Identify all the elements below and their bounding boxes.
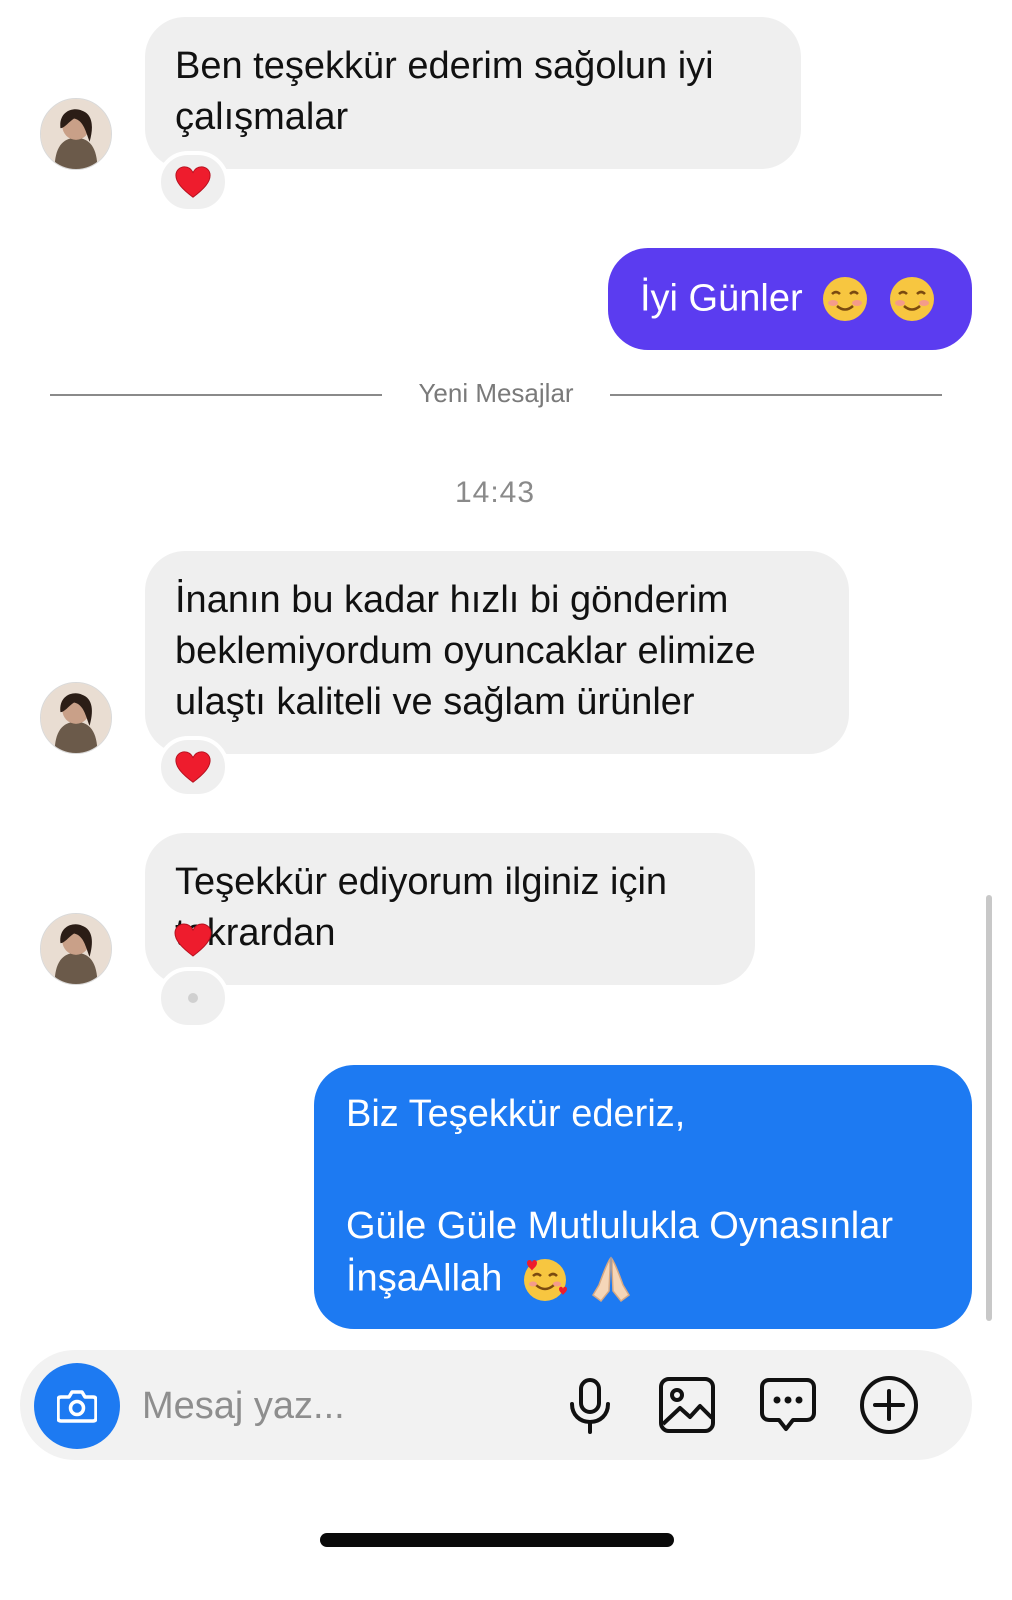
- message-text: İnanın bu kadar hızlı bi gönderim beklem…: [175, 579, 756, 723]
- heart-icon: [174, 164, 212, 200]
- avatar[interactable]: [40, 682, 112, 754]
- microphone-icon[interactable]: [559, 1374, 621, 1436]
- heart-icon: [174, 749, 212, 785]
- avatar[interactable]: [40, 98, 112, 170]
- message-text: Ben teşekkür ederim sağolun iyi çalışmal…: [175, 45, 714, 138]
- smiling-face-icon: [821, 275, 869, 323]
- timestamp: 14:43: [454, 476, 536, 509]
- camera-button[interactable]: [34, 1363, 120, 1449]
- message-text-line: Biz Teşekkür ederiz,: [346, 1093, 686, 1135]
- message-composer: [20, 1350, 972, 1460]
- message-text-line: İnşaAllah: [346, 1257, 503, 1300]
- smiling-face-with-hearts-icon: [521, 1255, 569, 1303]
- message-input[interactable]: [142, 1380, 522, 1432]
- reaction-dot: [188, 993, 198, 1003]
- message-reaction[interactable]: [157, 736, 229, 798]
- smiling-face-icon: [888, 275, 936, 323]
- avatar[interactable]: [40, 913, 112, 985]
- outgoing-message-bubble[interactable]: Biz Teşekkür ederiz, Güle Güle Mutlulukl…: [314, 1065, 972, 1329]
- divider-line-right: [610, 394, 942, 396]
- message-reaction[interactable]: [157, 967, 229, 1029]
- outgoing-message-bubble[interactable]: İyi Günler: [608, 248, 972, 350]
- incoming-message-bubble[interactable]: Ben teşekkür ederim sağolun iyi çalışmal…: [145, 17, 801, 169]
- image-icon[interactable]: [656, 1374, 718, 1436]
- home-indicator[interactable]: [320, 1533, 674, 1547]
- incoming-message-bubble[interactable]: Teşekkür ediyorum ilginiz için tekrardan: [145, 833, 755, 985]
- divider-line-left: [50, 394, 382, 396]
- heart-icon: [173, 922, 213, 958]
- message-text: İyi Günler: [640, 277, 803, 320]
- incoming-message-bubble[interactable]: İnanın bu kadar hızlı bi gönderim beklem…: [145, 551, 849, 754]
- message-text-line: Güle Güle Mutlulukla Oynasınlar: [346, 1205, 894, 1247]
- camera-icon: [57, 1389, 97, 1423]
- folded-hands-icon: [587, 1255, 635, 1303]
- sticker-chat-icon[interactable]: [757, 1374, 819, 1436]
- new-messages-divider: Yeni Mesajlar: [418, 378, 574, 408]
- message-text: Teşekkür ediyorum ilginiz için tekrardan: [175, 861, 668, 954]
- scrollbar[interactable]: [986, 895, 992, 1321]
- message-reaction[interactable]: [157, 151, 229, 213]
- plus-circle-icon[interactable]: [858, 1374, 920, 1436]
